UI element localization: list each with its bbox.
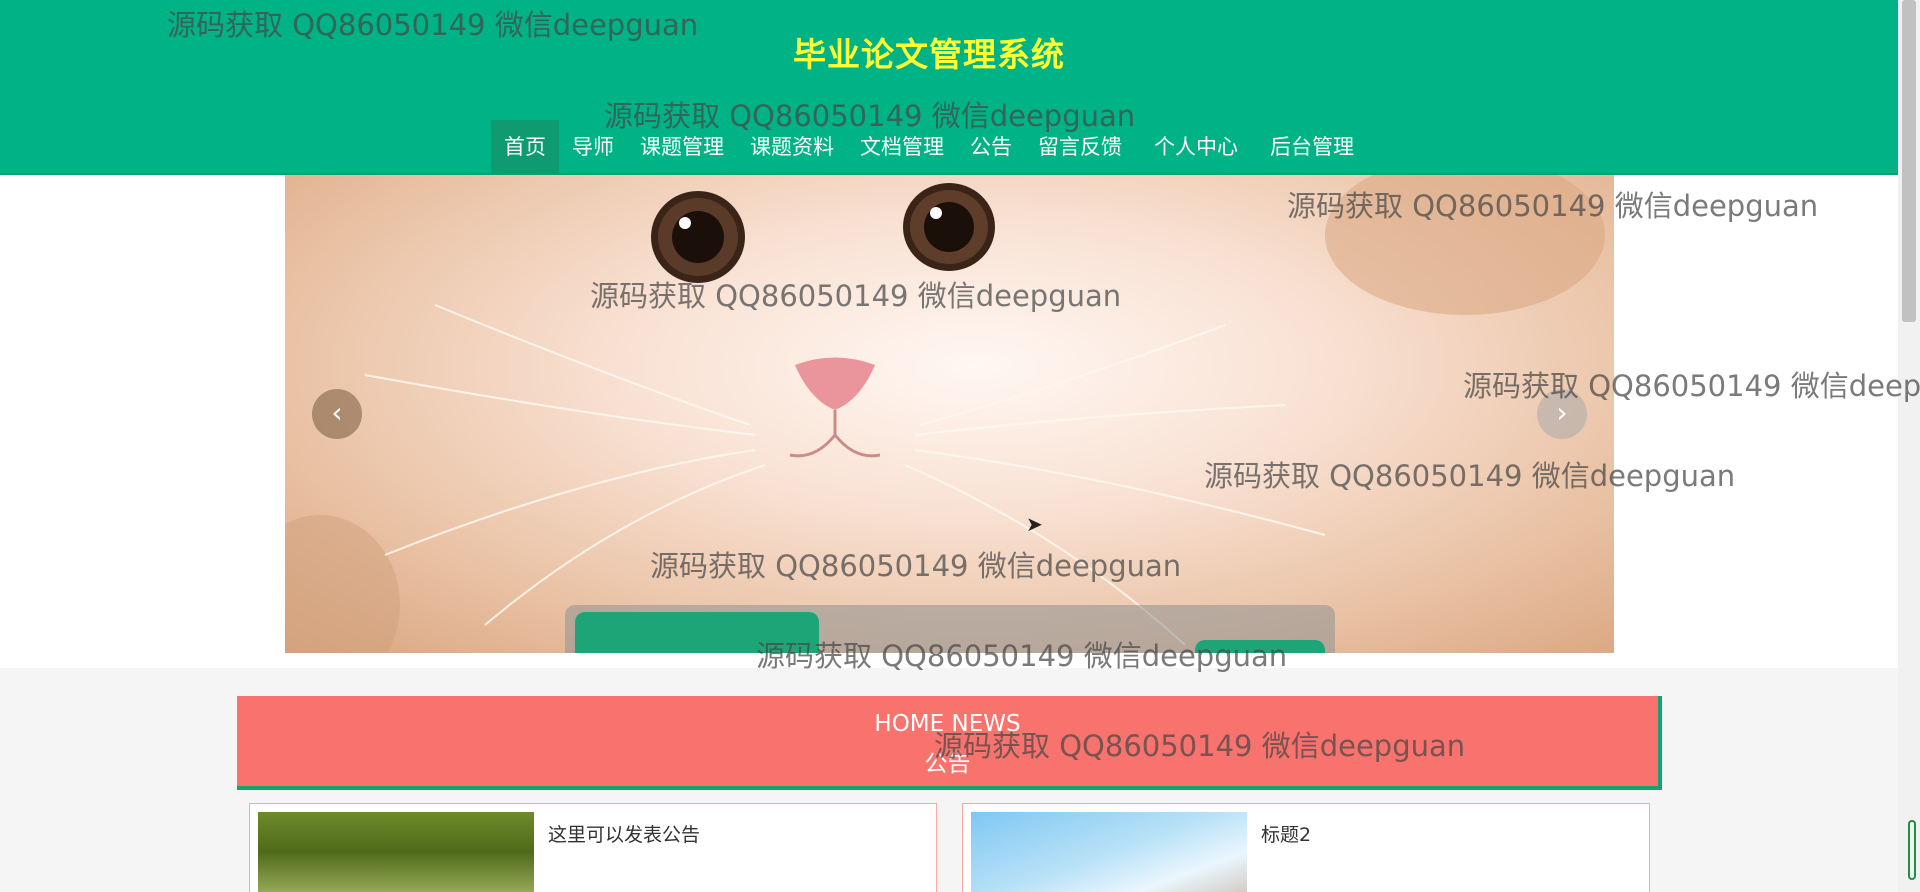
nav-home[interactable]: 首页 (491, 120, 559, 174)
news-title-en: HOME NEWS (874, 711, 1021, 737)
site-title: 毕业论文管理系统 (793, 35, 1065, 74)
carousel-prev-button[interactable]: ‹ (312, 389, 362, 439)
news-card-title[interactable]: 标题2 (1261, 820, 1311, 847)
nav-document-management[interactable]: 文档管理 (847, 120, 957, 174)
nav-admin[interactable]: 后台管理 (1257, 120, 1367, 174)
banner-section: ‹ › (0, 175, 1898, 668)
carousel-indicator[interactable] (1195, 640, 1325, 653)
main-nav: 首页 导师 课题管理 课题资料 文档管理 公告 留言反馈 个人中心 后台管理 (0, 120, 1898, 175)
news-card[interactable]: 这里可以发表公告 (249, 803, 937, 892)
news-card-title[interactable]: 这里可以发表公告 (548, 820, 700, 847)
carousel-next-button[interactable]: › (1537, 389, 1587, 439)
news-title-cn: 公告 (924, 751, 971, 777)
scroll-indicator-icon (1908, 820, 1916, 880)
news-card-thumbnail[interactable] (971, 812, 1247, 892)
nav-feedback[interactable]: 留言反馈 (1025, 120, 1135, 174)
mouse-cursor-icon: ➤ (1026, 512, 1043, 536)
nav-mentor[interactable]: 导师 (559, 120, 627, 174)
carousel[interactable]: ‹ › (285, 175, 1614, 653)
nav-topic-materials[interactable]: 课题资料 (737, 120, 847, 174)
scrollbar-thumb[interactable] (1902, 0, 1916, 322)
nav-announcements[interactable]: 公告 (957, 120, 1025, 174)
news-card-thumbnail[interactable] (258, 812, 534, 892)
nav-personal-center[interactable]: 个人中心 (1141, 120, 1251, 174)
nav-topic-management[interactable]: 课题管理 (627, 120, 737, 174)
carousel-image (285, 175, 1605, 653)
home-news-header: HOME NEWS 公告 (237, 696, 1662, 790)
site-header: 毕业论文管理系统 (0, 0, 1898, 120)
news-card[interactable]: 标题2 (962, 803, 1650, 892)
carousel-indicator-active[interactable] (575, 612, 819, 653)
